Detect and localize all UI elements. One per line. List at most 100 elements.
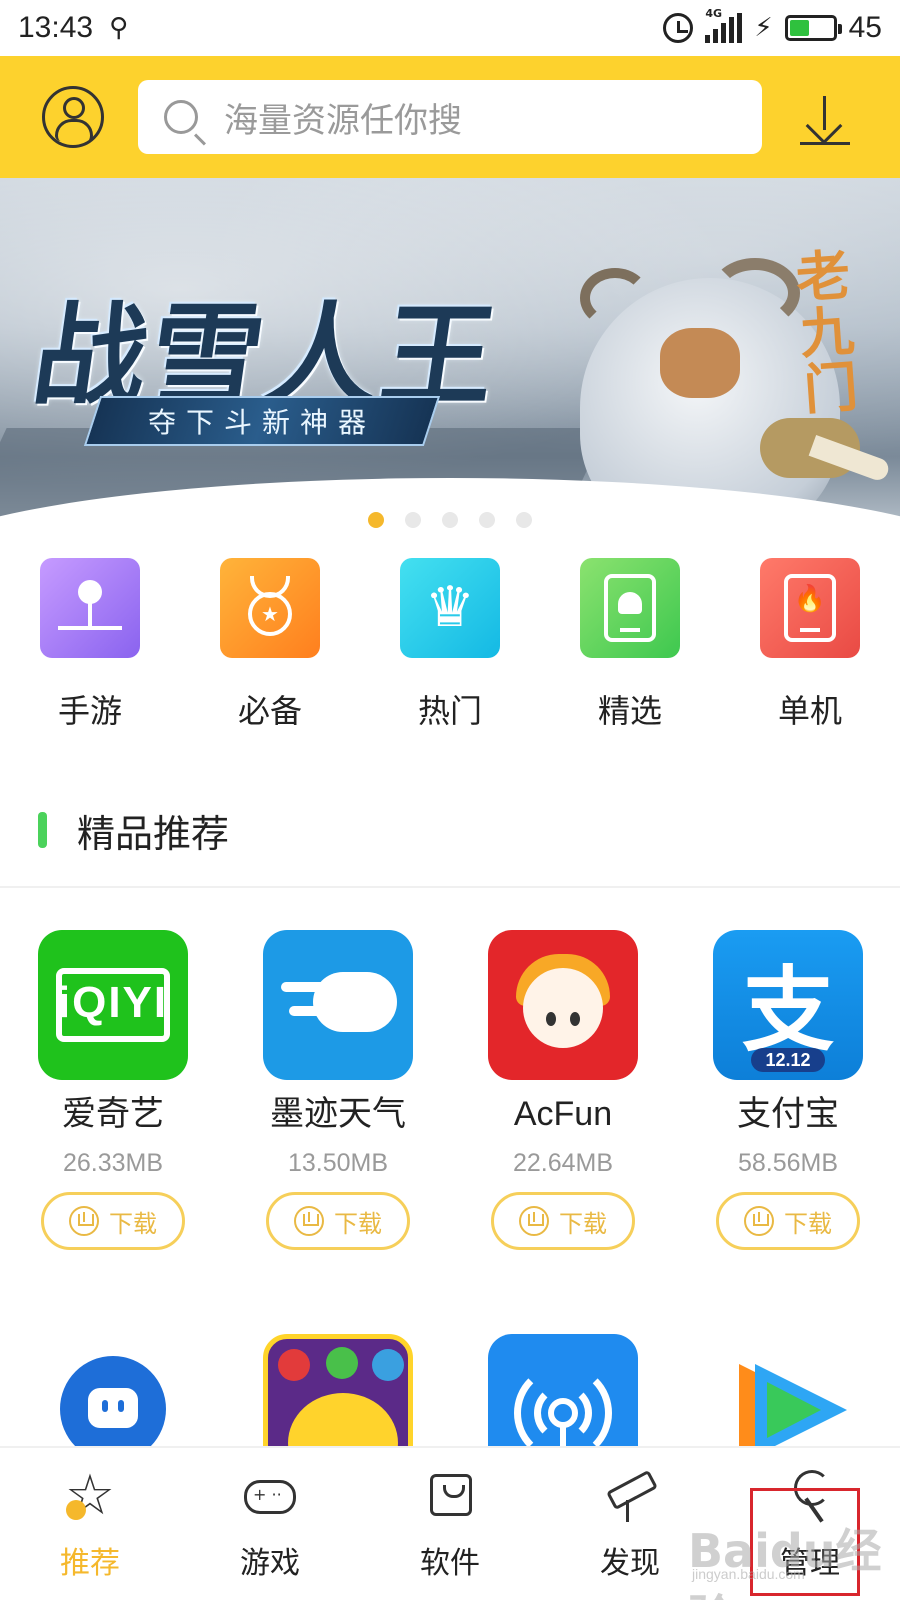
- carousel-dot[interactable]: [516, 512, 532, 528]
- bag-icon: [420, 1466, 480, 1526]
- iqiyi-app-icon[interactable]: iQIYI: [38, 930, 188, 1080]
- download-arrow-head: [805, 107, 843, 145]
- carousel-indicators: [0, 512, 900, 528]
- download-icon: [744, 1206, 774, 1236]
- battery-fill: [789, 20, 809, 36]
- app-size: 13.50MB: [287, 1149, 389, 1177]
- carousel-dot[interactable]: [479, 512, 495, 528]
- user-body-shape: [55, 119, 93, 141]
- telescope-icon: [600, 1466, 660, 1526]
- acfun-app-icon[interactable]: [488, 930, 638, 1080]
- download-button[interactable]: 下载: [41, 1192, 185, 1250]
- watermark: Baidu经验: [688, 1524, 882, 1600]
- app-card[interactable]: 支 12.12 支付宝 58.56MB 下载: [703, 930, 873, 1250]
- chat-eye: [118, 1400, 124, 1412]
- nav-label: 游戏: [240, 1546, 300, 1581]
- app-card[interactable]: AcFun 22.64MB 下载: [478, 930, 648, 1250]
- download-label: 下载: [109, 1209, 157, 1238]
- play-layer-green: [767, 1382, 821, 1438]
- app-card[interactable]: iQIYI 爱奇艺 26.33MB 下载: [28, 930, 198, 1250]
- status-bar: 13:43 ⚲ 4G ⚡ 45: [0, 0, 900, 56]
- nav-recommend[interactable]: ☆ 推荐: [20, 1448, 160, 1598]
- carousel-dot[interactable]: [442, 512, 458, 528]
- weather-app-icon[interactable]: [263, 930, 413, 1080]
- battery-level: 45: [848, 11, 882, 44]
- download-manager-icon[interactable]: [800, 96, 850, 146]
- character-face: [660, 328, 740, 398]
- telescope-leg: [626, 1500, 629, 1522]
- user-head-shape: [63, 97, 85, 119]
- section-title: 精品推荐: [77, 811, 230, 856]
- iqiyi-logo-text: iQIYI: [57, 978, 169, 1027]
- app-size: 26.33MB: [62, 1149, 164, 1177]
- alipay-promo-badge: 12.12: [751, 1048, 825, 1072]
- gamepad-icon: [240, 1466, 300, 1526]
- download-label: 下载: [334, 1209, 382, 1238]
- game-gem: [372, 1349, 404, 1381]
- download-button[interactable]: 下载: [716, 1192, 860, 1250]
- phone-bar: [800, 628, 820, 632]
- phone-bar: [620, 628, 640, 632]
- bag-shape: [430, 1474, 472, 1516]
- download-icon: [69, 1206, 99, 1236]
- category-selected[interactable]: 精选: [560, 558, 700, 732]
- character-horn: [710, 258, 800, 328]
- chat-face: [88, 1388, 138, 1428]
- banner-subtitle-plate: 夺下斗新神器: [83, 396, 441, 446]
- banner-logo: 老九门: [793, 242, 861, 422]
- category-label: 热门: [417, 692, 482, 730]
- nav-software[interactable]: 软件: [380, 1448, 520, 1598]
- network-type: 4G: [705, 7, 723, 20]
- alarm-icon: [663, 13, 694, 43]
- app-name: 爱奇艺: [62, 1094, 164, 1134]
- character-horn-left: [580, 268, 650, 328]
- status-icons: 4G ⚡ 45: [663, 7, 882, 45]
- mascot-eye: [570, 1012, 580, 1026]
- flame-glyph: 🔥: [793, 584, 827, 614]
- download-button[interactable]: 下载: [491, 1192, 635, 1250]
- nav-discover[interactable]: 发现: [560, 1448, 700, 1598]
- category-games[interactable]: 手游: [20, 558, 160, 732]
- download-button[interactable]: 下载: [266, 1192, 410, 1250]
- user-profile-icon[interactable]: [42, 86, 104, 148]
- joystick-stick: [88, 598, 92, 626]
- signal-icon: 4G: [705, 7, 743, 43]
- search-input[interactable]: 海量资源任你搜: [138, 80, 762, 154]
- category-hot[interactable]: ♛ 热门: [380, 558, 520, 732]
- medal-icon: ★: [220, 558, 320, 658]
- joystick-base: [58, 626, 122, 630]
- nav-games[interactable]: 游戏: [200, 1448, 340, 1598]
- wind-swirl: [289, 1006, 345, 1016]
- promo-banner[interactable]: 战雪人王 夺下斗新神器 老九门: [0, 178, 900, 550]
- category-shortcuts: 手游 ★ 必备 ♛ 热门 精选 🔥 单机: [0, 558, 900, 738]
- crown-icon: ♛: [400, 558, 500, 658]
- nav-label: 推荐: [60, 1546, 120, 1581]
- gamepad-shape: [244, 1480, 296, 1514]
- carousel-dot[interactable]: [368, 512, 384, 528]
- game-gem: [278, 1349, 310, 1381]
- alipay-app-icon[interactable]: 支 12.12: [713, 930, 863, 1080]
- banner-subtitle: 夺下斗新神器: [147, 406, 376, 439]
- divider: [0, 886, 900, 888]
- watermark-url: jingyan.baidu.com: [692, 1566, 805, 1582]
- app-card[interactable]: 墨迹天气 13.50MB 下载: [253, 930, 423, 1250]
- search-placeholder: 海量资源任你搜: [224, 100, 462, 141]
- app-size: 58.56MB: [737, 1149, 839, 1177]
- charging-icon: ⚡: [754, 13, 773, 43]
- category-single-player[interactable]: 🔥 单机: [740, 558, 880, 732]
- download-arrow-base: [800, 142, 850, 145]
- joystick-icon: [40, 558, 140, 658]
- app-header: 海量资源任你搜: [0, 56, 900, 178]
- wind-swirl: [281, 982, 341, 992]
- flame-icon: 🔥: [760, 558, 860, 658]
- category-label: 精选: [597, 692, 662, 730]
- mascot-face: [523, 968, 603, 1048]
- status-time: 13:43: [18, 11, 94, 44]
- section-accent-bar: [38, 812, 47, 848]
- android-robot: [618, 592, 642, 614]
- search-icon: [164, 100, 198, 134]
- category-essential[interactable]: ★ 必备: [200, 558, 340, 732]
- medal-star: ★: [261, 602, 279, 626]
- app-name: AcFun: [513, 1095, 613, 1133]
- carousel-dot[interactable]: [405, 512, 421, 528]
